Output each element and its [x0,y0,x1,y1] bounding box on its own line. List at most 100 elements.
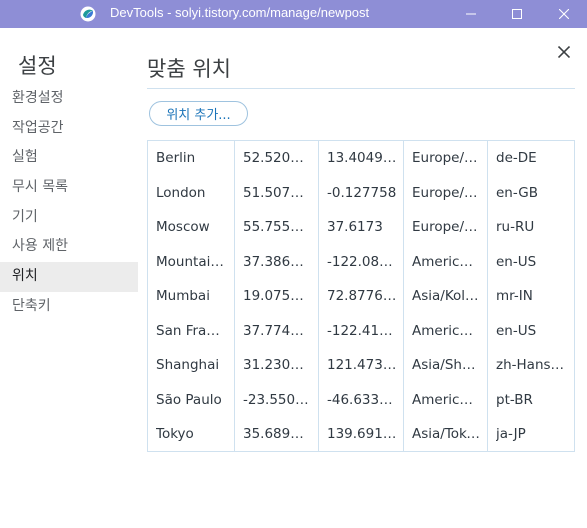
latitude-text: 52.520007 [243,150,312,167]
latitude-text: 31.230416 [243,357,312,374]
location-name-cell[interactable]: Shanghai [148,348,235,383]
longitude-cell[interactable]: -46.633309 [319,382,404,417]
longitude-cell[interactable]: 72.877656 [319,279,404,314]
locale-cell[interactable]: pt-BR [488,383,574,418]
maximize-icon [512,9,522,19]
latitude-cell[interactable]: 35.689487 [235,417,319,452]
longitude-cell[interactable]: -122.4194... [319,313,404,348]
timezone-cell[interactable]: Europe/M... [404,210,488,245]
location-name-text: London [156,184,206,201]
latitude-text: 35.689487 [243,426,312,443]
latitude-cell[interactable]: 51.507351 [235,175,319,210]
location-name-text: Mumbai [156,288,210,305]
longitude-text: -122.4194... [327,322,397,339]
longitude-text: 121.473701 [327,357,397,374]
location-name-cell[interactable]: Mumbai [148,279,235,314]
timezone-text: Asia/Kolk... [412,288,481,305]
location-name-text: Tokyo [156,426,194,443]
title-divider [147,88,575,89]
longitude-cell[interactable]: 37.6173 [319,210,404,245]
latitude-text: 51.507351 [243,184,312,201]
timezone-cell[interactable]: Asia/Tokyo [404,417,488,452]
add-location-button[interactable]: 위치 추가... [149,101,248,126]
settings-close-button[interactable] [554,42,574,62]
location-name-cell[interactable]: São Paulo [148,382,235,417]
locale-cell[interactable]: zh-Hans-... [488,348,574,383]
longitude-cell[interactable]: 139.691706 [319,417,404,452]
nav-item-shortcuts[interactable]: 단축키 [0,292,138,322]
minimize-icon [466,13,476,15]
locale-text: ru-RU [496,219,535,236]
locale-text: ja-JP [496,426,526,443]
locale-cell[interactable]: en-US [488,245,574,280]
locale-cell[interactable]: de-DE [488,141,574,176]
window-title: DevTools - solyi.tistory.com/manage/newp… [110,5,370,20]
locale-cell[interactable]: en-US [488,314,574,349]
latitude-cell[interactable]: 55.755826 [235,210,319,245]
location-name-text: Berlin [156,150,196,167]
location-name-cell[interactable]: Tokyo [148,417,235,452]
longitude-text: 13.404954 [327,150,397,167]
location-name-cell[interactable]: Mountain... [148,244,235,279]
latitude-text: 37.386052 [243,253,312,270]
window-titlebar: DevTools - solyi.tistory.com/manage/newp… [0,0,587,28]
longitude-cell[interactable]: 13.404954 [319,141,404,176]
latitude-cell[interactable]: 31.230416 [235,348,319,383]
window-close-button[interactable] [541,0,587,28]
latitude-text: -23.55052 [243,391,312,408]
locale-text: en-GB [496,184,538,201]
latitude-text: 55.755826 [243,219,312,236]
close-icon [558,46,570,58]
locale-cell[interactable]: ja-JP [488,417,574,452]
location-name-text: São Paulo [156,391,222,408]
locale-cell[interactable]: mr-IN [488,279,574,314]
longitude-cell[interactable]: -0.127758 [319,175,404,210]
settings-title: 설정 [18,54,57,78]
timezone-text: Europe/B... [412,150,481,167]
latitude-cell[interactable]: 37.386052 [235,244,319,279]
latitude-cell[interactable]: -23.55052 [235,382,319,417]
timezone-cell[interactable]: Europe/L... [404,175,488,210]
nav-item-devices[interactable]: 기기 [0,203,138,233]
location-name-cell[interactable]: Berlin [148,141,235,176]
location-name-text: Shanghai [156,357,220,374]
nav-item-preferences[interactable]: 환경설정 [0,84,138,114]
settings-nav: 환경설정 작업공간 실험 무시 목록 기기 사용 제한 위치 단축키 [0,84,138,322]
latitude-text: 19.075984 [243,288,312,305]
timezone-cell[interactable]: Asia/Shan... [404,348,488,383]
nav-item-workspace[interactable]: 작업공간 [0,114,138,144]
timezone-cell[interactable]: Asia/Kolk... [404,279,488,314]
location-name-text: Mountain... [156,253,228,270]
timezone-cell[interactable]: America/L... [404,313,488,348]
timezone-cell[interactable]: America/L... [404,244,488,279]
location-name-cell[interactable]: London [148,175,235,210]
nav-item-throttling[interactable]: 사용 제한 [0,232,138,262]
longitude-cell[interactable]: 121.473701 [319,348,404,383]
timezone-text: America/S... [412,391,481,408]
maximize-button[interactable] [494,0,540,28]
minimize-button[interactable] [448,0,494,28]
longitude-text: -46.633309 [327,391,397,408]
timezone-text: Europe/M... [412,219,481,236]
timezone-text: Asia/Tokyo [412,426,481,443]
timezone-text: Asia/Shan... [412,357,481,374]
nav-item-experiments[interactable]: 실험 [0,143,138,173]
location-name-cell[interactable]: Moscow [148,210,235,245]
location-name-text: San Franc... [156,322,228,339]
longitude-text: -0.127758 [327,184,397,201]
timezone-cell[interactable]: Europe/B... [404,141,488,176]
locale-cell[interactable]: en-GB [488,176,574,211]
latitude-cell[interactable]: 19.075984 [235,279,319,314]
close-icon [559,9,569,19]
timezone-cell[interactable]: America/S... [404,382,488,417]
locale-cell[interactable]: ru-RU [488,210,574,245]
timezone-text: America/L... [412,253,481,270]
latitude-cell[interactable]: 37.774929 [235,313,319,348]
location-name-cell[interactable]: San Franc... [148,313,235,348]
latitude-cell[interactable]: 52.520007 [235,141,319,176]
nav-item-ignore-list[interactable]: 무시 목록 [0,173,138,203]
timezone-text: America/L... [412,322,481,339]
longitude-text: 139.691706 [327,426,397,443]
longitude-cell[interactable]: -122.0838... [319,244,404,279]
nav-item-locations[interactable]: 위치 [0,262,138,292]
